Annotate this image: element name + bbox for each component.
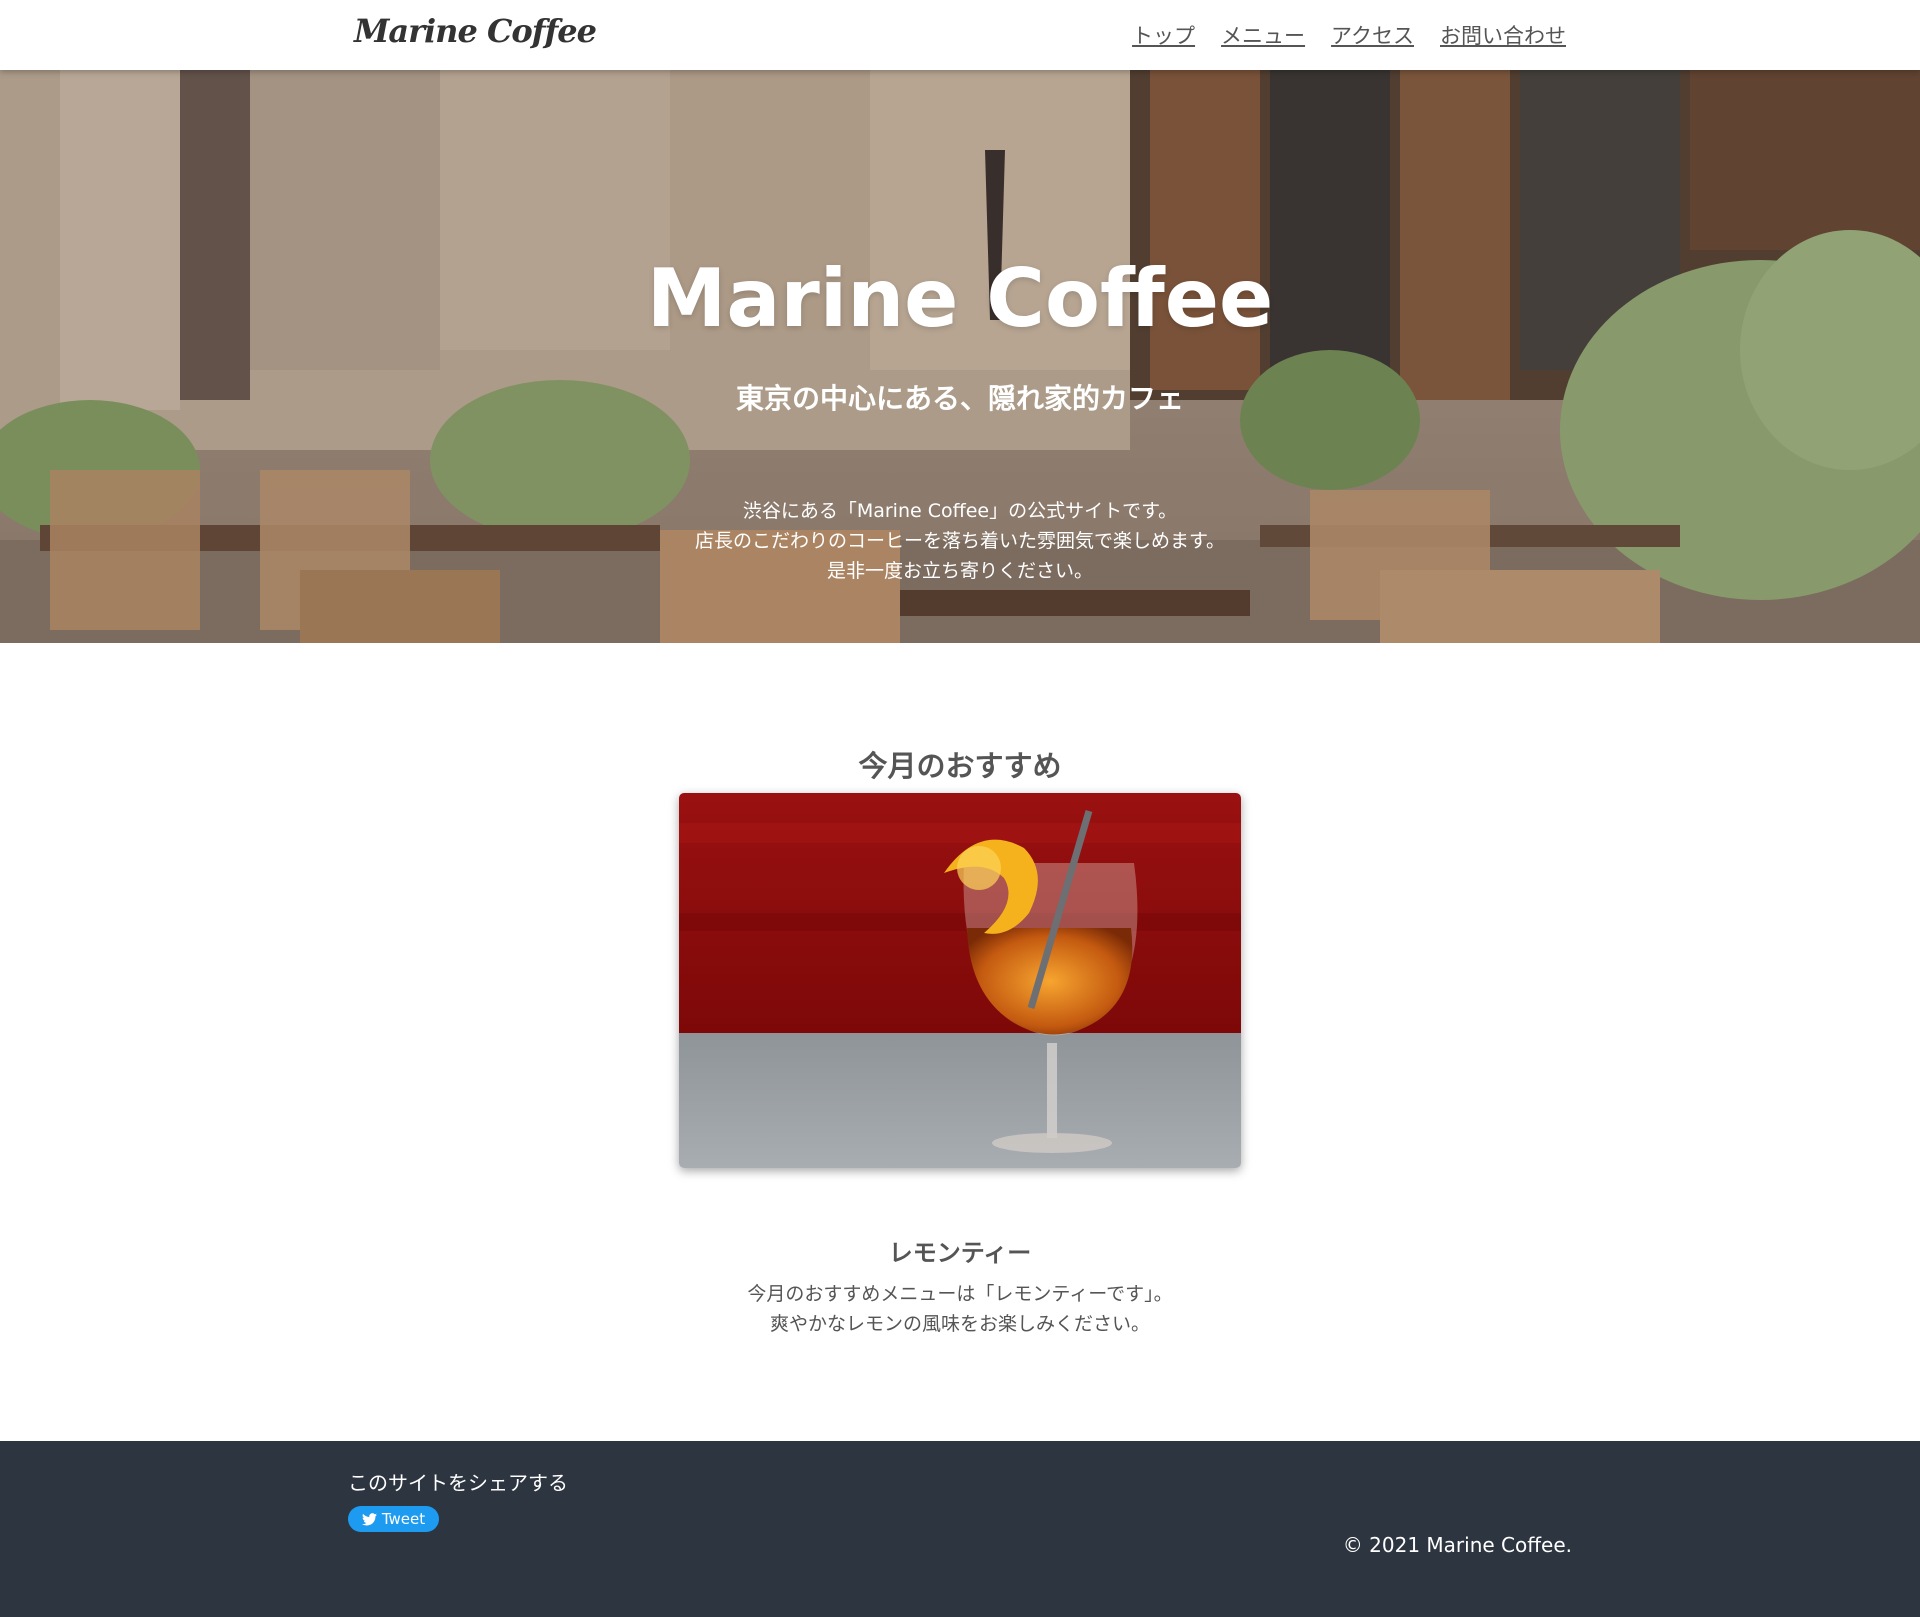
hero-description: 渋谷にある「Marine Coffee」の公式サイトです。 店長のこだわりのコー… [0, 496, 1920, 586]
site-footer: このサイトをシェアする Tweet © 2021 Marine Coffee. [0, 1441, 1920, 1617]
main-nav: トップ メニュー アクセス お問い合わせ [1132, 20, 1566, 50]
hero-description-line: 店長のこだわりのコーヒーを落ち着いた雰囲気で楽しめます。 [694, 530, 1226, 552]
nav-link-menu[interactable]: メニュー [1221, 20, 1305, 50]
menu-item-description-line: 爽やかなレモンの風味をお楽しみください。 [769, 1313, 1150, 1335]
site-header: Marine Coffee トップ メニュー アクセス お問い合わせ [0, 0, 1920, 70]
hero-description-line: 渋谷にある「Marine Coffee」の公式サイトです。 [742, 500, 1178, 522]
recommend-section: 今月のおすすめ レモンティー 今月のおすすめメニューは「レモンティーです」。 爽… [0, 643, 1920, 1441]
hero-section: Marine Coffee 東京の中心にある、隠れ家的カフェ 渋谷にある「Mar… [0, 70, 1920, 643]
menu-item-photo [679, 793, 1241, 1168]
section-title: 今月のおすすめ [858, 749, 1062, 783]
lemon-tea-image [679, 793, 1241, 1168]
share-label: このサイトをシェアする [348, 1471, 568, 1495]
twitter-bird-icon [361, 1512, 377, 1525]
nav-link-top[interactable]: トップ [1132, 20, 1195, 50]
hero-subtitle: 東京の中心にある、隠れ家的カフェ [735, 382, 1184, 415]
menu-item-description-line: 今月のおすすめメニューは「レモンティーです」。 [747, 1283, 1173, 1305]
nav-link-contact[interactable]: お問い合わせ [1440, 20, 1566, 50]
menu-item-name: レモンティー [888, 1239, 1032, 1267]
tweet-button-label: Tweet [381, 1510, 426, 1528]
site-logo[interactable]: Marine Coffee [354, 12, 597, 50]
hero-description-line: 是非一度お立ち寄りください。 [826, 560, 1093, 582]
menu-item-description: 今月のおすすめメニューは「レモンティーです」。 爽やかなレモンの風味をお楽しみく… [0, 1279, 1920, 1339]
hero-title: Marine Coffee [646, 252, 1274, 345]
nav-link-access[interactable]: アクセス [1331, 20, 1414, 50]
copyright-text: © 2021 Marine Coffee. [1342, 1533, 1572, 1557]
tweet-button[interactable]: Tweet [348, 1506, 439, 1532]
